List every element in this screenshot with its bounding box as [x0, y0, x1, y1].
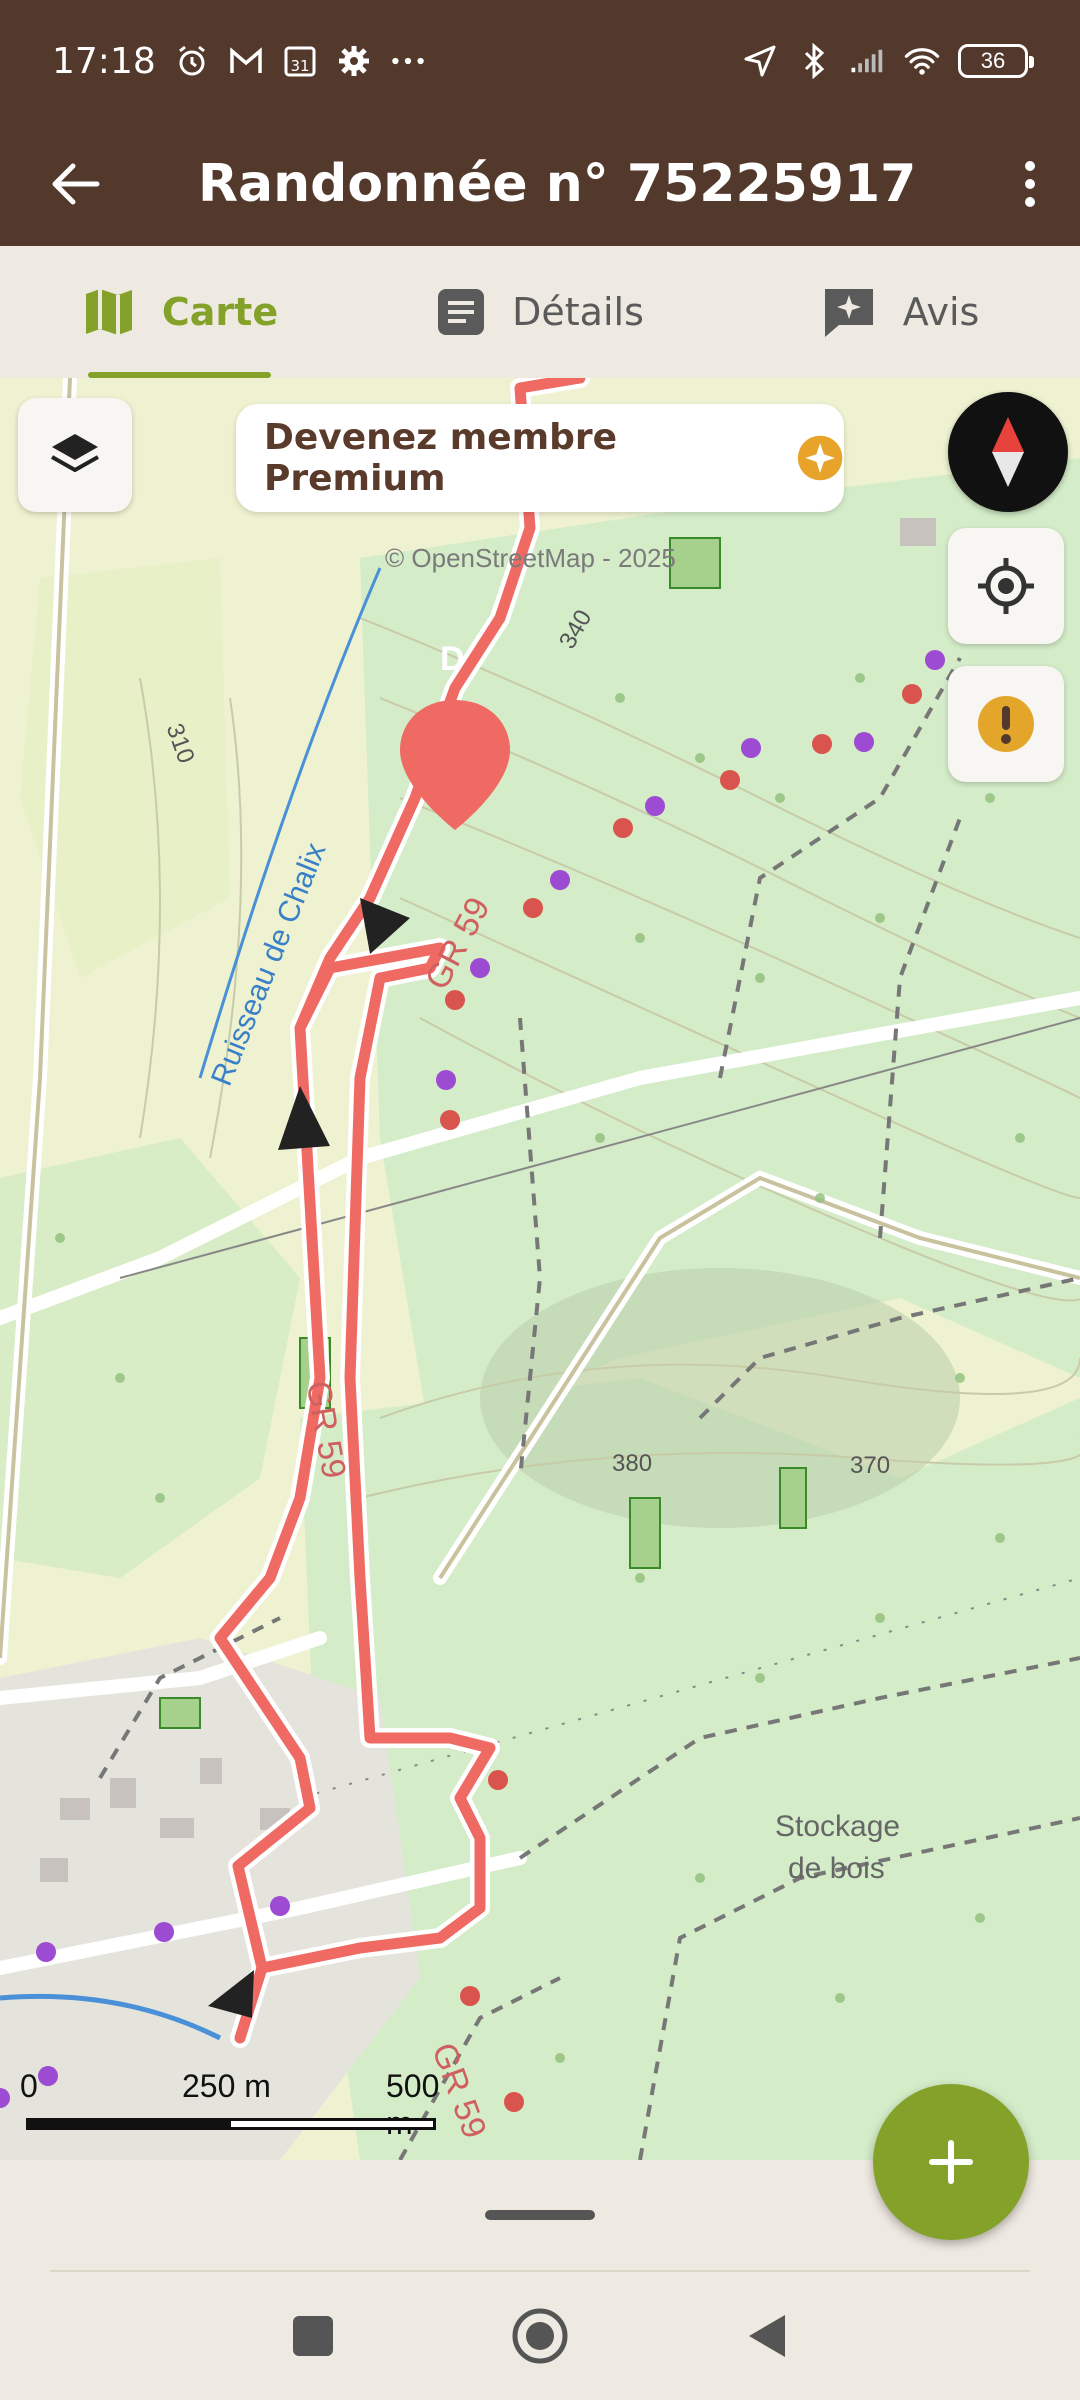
map-attribution: © OpenStreetMap - 2025: [385, 543, 676, 573]
page-title: Randonnée n° 75225917: [198, 154, 917, 214]
scale-zero: 0: [20, 2068, 38, 2104]
altitude-370: 370: [850, 1452, 891, 1479]
overflow-menu-button[interactable]: [980, 122, 1080, 246]
settings-icon: [336, 43, 372, 79]
storage-label-2: de bois: [788, 1852, 885, 1885]
status-time: 17:18: [52, 40, 156, 82]
tab-label-details: Détails: [512, 290, 644, 334]
crosshair-icon: [978, 558, 1034, 614]
map-scale: 0 250 m 500 m: [20, 2068, 440, 2148]
calendar-icon: 31: [282, 43, 318, 79]
recent-apps-button[interactable]: [273, 2296, 353, 2376]
review-icon: [824, 289, 873, 337]
system-back-button[interactable]: [727, 2296, 807, 2376]
app-bar: Randonnée n° 75225917: [0, 122, 1080, 246]
altitude-380: 380: [612, 1450, 653, 1477]
report-issue-button[interactable]: [948, 666, 1064, 782]
home-button[interactable]: [500, 2296, 580, 2376]
my-location-button[interactable]: [948, 528, 1064, 644]
wifi-icon: [904, 43, 940, 79]
document-icon: [438, 289, 485, 335]
tab-label-avis: Avis: [902, 290, 980, 334]
map-icon: [85, 289, 132, 335]
back-button[interactable]: [0, 122, 150, 246]
signal-icon: [850, 43, 886, 79]
start-marker-label: D: [440, 640, 465, 678]
premium-star-icon: [797, 435, 843, 481]
more-vert-icon: [1025, 161, 1035, 207]
warning-icon: [978, 696, 1034, 752]
tab-avis[interactable]: Avis: [720, 246, 1080, 378]
premium-banner[interactable]: Devenez membre Premium: [236, 404, 844, 512]
compass-icon: [992, 417, 1024, 487]
status-bar: 17:18 31 36: [0, 0, 1080, 122]
arrow-left-icon: [52, 163, 100, 205]
home-icon: [512, 2308, 568, 2364]
scale-mid: 250 m: [182, 2068, 271, 2104]
battery-icon: 36: [958, 44, 1034, 78]
storage-label-1: Stockage: [775, 1810, 901, 1843]
system-nav-bar: [0, 2272, 1080, 2400]
tab-carte[interactable]: Carte: [0, 246, 360, 378]
map-canvas: [0, 378, 1080, 2160]
back-icon: [748, 2315, 785, 2357]
map-view[interactable]: D Ruisseau de Chalix GR 59 GR 59 GR 59 S…: [0, 378, 1080, 2160]
bluetooth-icon: [796, 43, 832, 79]
compass-button[interactable]: [948, 392, 1068, 512]
premium-label: Devenez membre Premium: [264, 417, 618, 499]
plus-icon: [929, 2140, 973, 2184]
gmail-icon: [228, 43, 264, 79]
tab-bar: Carte Détails Avis: [0, 246, 1080, 378]
tab-details[interactable]: Détails: [360, 246, 720, 378]
more-dots-icon: [390, 43, 426, 79]
sheet-drag-handle[interactable]: [485, 2210, 595, 2220]
scale-bar: [26, 2118, 436, 2130]
svg-text:31: 31: [290, 57, 309, 75]
layers-icon: [51, 434, 99, 472]
alarm-icon: [174, 43, 210, 79]
layers-button[interactable]: [18, 398, 132, 512]
tab-label-carte: Carte: [161, 290, 279, 334]
recent-apps-icon: [293, 2316, 334, 2356]
add-button[interactable]: [873, 2084, 1029, 2240]
scale-end: 500 m: [386, 2068, 440, 2141]
location-icon: [742, 43, 778, 79]
